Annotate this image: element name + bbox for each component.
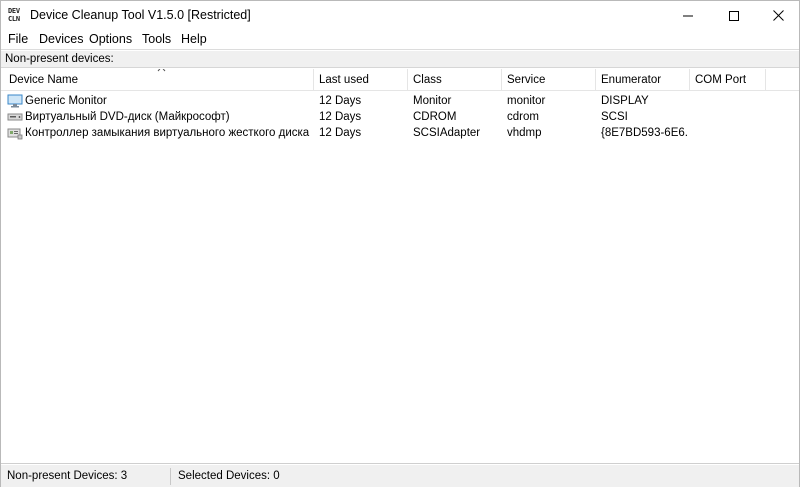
cell-com-port <box>695 93 765 109</box>
column-label: Enumerator <box>601 74 662 86</box>
table-row[interactable]: Контроллер замыкания виртуального жестко… <box>1 125 799 141</box>
list-header: Device Name Last used Class Service Enum… <box>1 69 799 91</box>
cell-service: vhdmp <box>507 127 542 139</box>
cell-com-port <box>695 125 765 141</box>
title-bar[interactable]: DEV CLN Device Cleanup Tool V1.5.0 [Rest… <box>1 1 799 30</box>
cell-device-name: Generic Monitor <box>25 95 107 107</box>
close-button[interactable] <box>755 1 800 30</box>
table-row[interactable]: Generic Monitor 12 Days Monitor monitor … <box>1 93 799 109</box>
status-bar: Non-present Devices: 3 Selected Devices:… <box>1 465 799 487</box>
cell-service: cdrom <box>507 111 539 123</box>
column-header-com-port[interactable]: COM Port <box>690 69 766 91</box>
cell-enumerator: {8E7BD593-6E6... <box>601 127 689 139</box>
menu-options[interactable]: Options <box>89 32 132 46</box>
status-non-present-count: Non-present Devices: 3 <box>7 470 128 482</box>
cell-class: CDROM <box>413 111 457 123</box>
maximize-icon <box>729 10 739 21</box>
column-label: Last used <box>319 74 369 86</box>
menu-help[interactable]: Help <box>181 32 207 46</box>
menu-devices[interactable]: Devices <box>39 32 83 46</box>
column-header-last-used[interactable]: Last used <box>314 69 408 91</box>
app-logo-bottom-text: CLN <box>8 15 20 23</box>
column-label: Service <box>507 74 546 86</box>
cell-last-used: 12 Days <box>319 111 362 123</box>
dvd-drive-icon <box>7 113 23 121</box>
minimize-button[interactable] <box>665 1 711 30</box>
column-label: Class <box>413 74 442 86</box>
window-title: Device Cleanup Tool V1.5.0 [Restricted] <box>30 8 251 22</box>
cell-class: SCSIAdapter <box>413 127 481 139</box>
column-header-enumerator[interactable]: Enumerator <box>596 69 690 91</box>
cell-last-used: 12 Days <box>319 95 362 107</box>
menu-file[interactable]: File <box>8 32 28 46</box>
cell-com-port <box>695 109 765 125</box>
column-label: COM Port <box>695 74 747 86</box>
storage-controller-icon <box>7 128 23 140</box>
cell-last-used: 12 Days <box>319 127 362 139</box>
table-row[interactable]: Виртуальный DVD-диск (Майкрософт) 12 Day… <box>1 109 799 125</box>
cell-device-name: Виртуальный DVD-диск (Майкрософт) <box>25 111 230 123</box>
column-header-service[interactable]: Service <box>502 69 596 91</box>
minimize-icon <box>683 15 693 16</box>
cell-enumerator: SCSI <box>601 111 628 123</box>
column-header-class[interactable]: Class <box>408 69 502 91</box>
column-label: Device Name <box>9 74 79 86</box>
app-logo-top-text: DEV <box>8 7 20 15</box>
app-logo-icon: DEV CLN <box>8 7 24 25</box>
column-header-device-name[interactable]: Device Name <box>4 69 314 91</box>
cell-service: monitor <box>507 95 546 107</box>
cell-device-name: Контроллер замыкания виртуального жестко… <box>25 127 313 139</box>
menu-tools[interactable]: Tools <box>142 32 171 46</box>
section-label: Non-present devices: <box>1 51 799 68</box>
status-selected-count: Selected Devices: 0 <box>178 470 280 482</box>
maximize-button[interactable] <box>711 1 757 30</box>
device-list[interactable]: Device Name Last used Class Service Enum… <box>1 69 799 464</box>
menu-bar: File Devices Options Tools Help <box>1 30 799 50</box>
sort-ascending-icon <box>157 69 166 72</box>
status-divider <box>170 468 171 485</box>
app-window: DEV CLN Device Cleanup Tool V1.5.0 [Rest… <box>0 0 800 487</box>
monitor-icon <box>7 94 23 108</box>
cell-enumerator: DISPLAY <box>601 95 649 107</box>
close-icon <box>772 10 784 21</box>
cell-class: Monitor <box>413 95 452 107</box>
